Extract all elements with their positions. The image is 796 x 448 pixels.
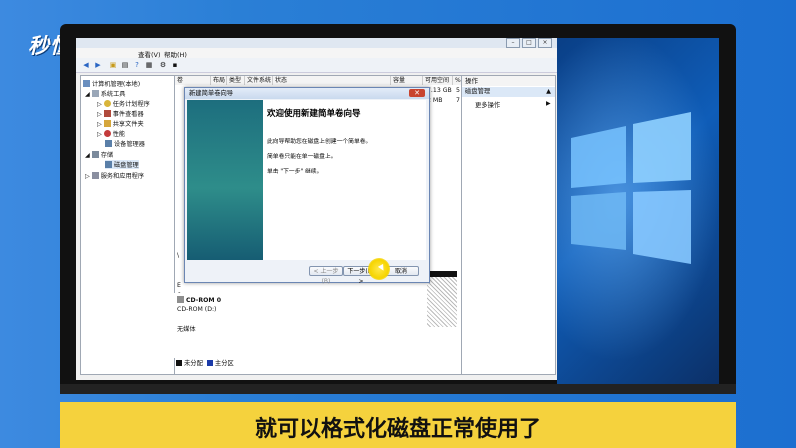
wizard-line-3: 单击 "下一步" 继续。 [267,169,323,175]
tree-item-label: 服务和应用程序 [100,173,145,180]
tree-item-label: 事件查看器 [112,111,144,118]
wizard-banner [187,100,263,260]
disk-panel: CD-ROM 0 CD-ROM (D:) 无媒体 [174,293,329,358]
tree-item-label: 设备管理器 [114,141,145,148]
tools-icon [91,90,99,97]
navigation-tree: 计算机管理(本地) ◢ 系统工具 ▷ 任务计划程序 ▷ 事件查看器 ▷ 共享文件… [80,75,175,375]
row-pct-1: 5 [456,87,460,94]
wizard-line-1: 此向导帮助您在磁盘上创建一个简单卷。 [267,139,372,145]
actions-header: 操作 [462,76,555,86]
close-button[interactable]: × [538,38,552,48]
collapse-icon: ▲ [546,88,551,95]
tree-item-system-tools[interactable]: ◢ 系统工具 [85,89,125,98]
column-capacity[interactable]: 容量 [391,76,423,85]
tree-item-disk-management[interactable]: 磁盘管理 [105,160,139,169]
row-pct-2: 7 [456,97,460,104]
action-disk-management[interactable]: 磁盘管理 ▲ [462,87,555,97]
event-icon [103,110,111,117]
tree-item-device-manager[interactable]: 设备管理器 [105,139,145,148]
action-more-label: 更多操作 [475,102,501,109]
disk-icon [105,161,112,168]
dialog-title: 新建简单卷向导 [185,88,429,99]
stray-label: E [177,282,181,289]
column-layout[interactable]: 布局 [211,76,227,85]
action-label: 磁盘管理 [465,88,491,95]
tree-item-services[interactable]: ▷ 服务和应用程序 [85,171,144,180]
tree-root-label: 计算机管理(本地) [92,81,141,88]
tree-item-label: 存储 [100,152,114,159]
tree-root[interactable]: 计算机管理(本地) [83,79,140,88]
column-free[interactable]: 可用空间 [423,76,453,85]
windows-logo-icon [571,112,691,264]
wizard-footer: < 上一步(B) 下一步(N) > 取消 [185,261,429,285]
shared-folder-icon [103,120,111,127]
performance-icon [103,130,111,137]
folder-icon[interactable]: ▣ [109,61,117,69]
wizard-line-2: 简单卷只能在单一磁盘上。 [267,154,337,160]
wizard-heading: 欢迎使用新建简单卷向导 [267,109,361,119]
help-icon[interactable]: ? [133,61,141,69]
title-bar: – □ × [76,38,557,48]
tree-item-shared-folders[interactable]: ▷ 共享文件夹 [97,119,144,128]
subtitle-band: 就可以格式化磁盘正常使用了 [60,402,736,448]
taskbar [60,384,736,394]
disk-media: 无媒体 [177,326,196,333]
unallocated-swatch [176,360,182,366]
column-type[interactable]: 类型 [227,76,245,85]
tree-item-label: 系统工具 [100,91,126,98]
settings-icon[interactable]: ⚙ [159,61,167,69]
column-filesystem[interactable]: 文件系统 [245,76,273,85]
column-status[interactable]: 状态 [273,76,391,85]
properties-icon[interactable]: ▤ [121,61,129,69]
subtitle-text: 就可以格式化磁盘正常使用了 [254,417,541,442]
device-icon [105,140,112,147]
back-icon[interactable]: ◀ [82,61,90,69]
tree-item-label: 性能 [112,131,126,138]
partition-area[interactable] [427,277,457,327]
actions-pane: 操作 磁盘管理 ▲ 更多操作 ▶ [461,75,556,375]
row-free-1: 7.13 GB [427,87,452,94]
services-icon [91,172,99,179]
tree-item-label: 磁盘管理 [114,162,139,169]
maximize-button[interactable]: □ [522,38,536,48]
tree-item-event-viewer[interactable]: ▷ 事件查看器 [97,109,144,118]
stray-label: \ [177,252,180,259]
menu-bar: 查看(V) 帮助(H) [76,48,557,59]
storage-icon [91,151,99,158]
tree-item-storage[interactable]: ◢ 存储 [85,150,113,159]
back-button[interactable]: < 上一步(B) [309,266,343,285]
new-simple-volume-wizard: 新建简单卷向导 ✕ 欢迎使用新建简单卷向导 此向导帮助您在磁盘上创建一个简单卷。… [184,87,430,285]
action-more[interactable]: 更多操作 [475,100,500,109]
desktop-wallpaper [557,38,719,390]
tree-item-label: 共享文件夹 [112,121,144,128]
tree-item-task-scheduler[interactable]: ▷ 任务计划程序 [97,99,150,108]
video-frame: 秒懂视频 – □ × 查看(V) 帮助(H) ◀ ▶ ▣ ▤ ? ▦ ⚙ ▪ [0,0,796,448]
legend-unallocated: 未分配 [184,360,203,367]
disk-name: CD-ROM 0 [186,297,222,304]
clock-icon [103,100,111,107]
dialog-close-button[interactable]: ✕ [409,89,425,97]
toolbar: ◀ ▶ ▣ ▤ ? ▦ ⚙ ▪ [76,58,557,73]
minimize-button[interactable]: – [506,38,520,48]
disk-entry[interactable]: CD-ROM 0 [177,296,221,304]
primary-swatch [206,360,213,366]
legend-primary: 主分区 [214,360,234,367]
view-icon[interactable]: ▦ [145,61,153,69]
computer-icon [83,80,90,87]
tree-item-performance[interactable]: ▷ 性能 [97,129,125,138]
column-volume[interactable]: 卷 [175,76,211,85]
disk-type: CD-ROM (D:) [177,306,217,313]
forward-icon[interactable]: ▶ [94,61,102,69]
cdrom-icon [177,296,184,303]
legend: 未分配 主分区 [176,358,234,367]
wizard-body: 欢迎使用新建简单卷向导 此向导帮助您在磁盘上创建一个简单卷。 简单卷只能在单一磁… [263,100,426,260]
chevron-right-icon: ▶ [546,100,551,107]
save-icon[interactable]: ▪ [171,61,179,69]
tree-item-label: 任务计划程序 [112,101,150,108]
